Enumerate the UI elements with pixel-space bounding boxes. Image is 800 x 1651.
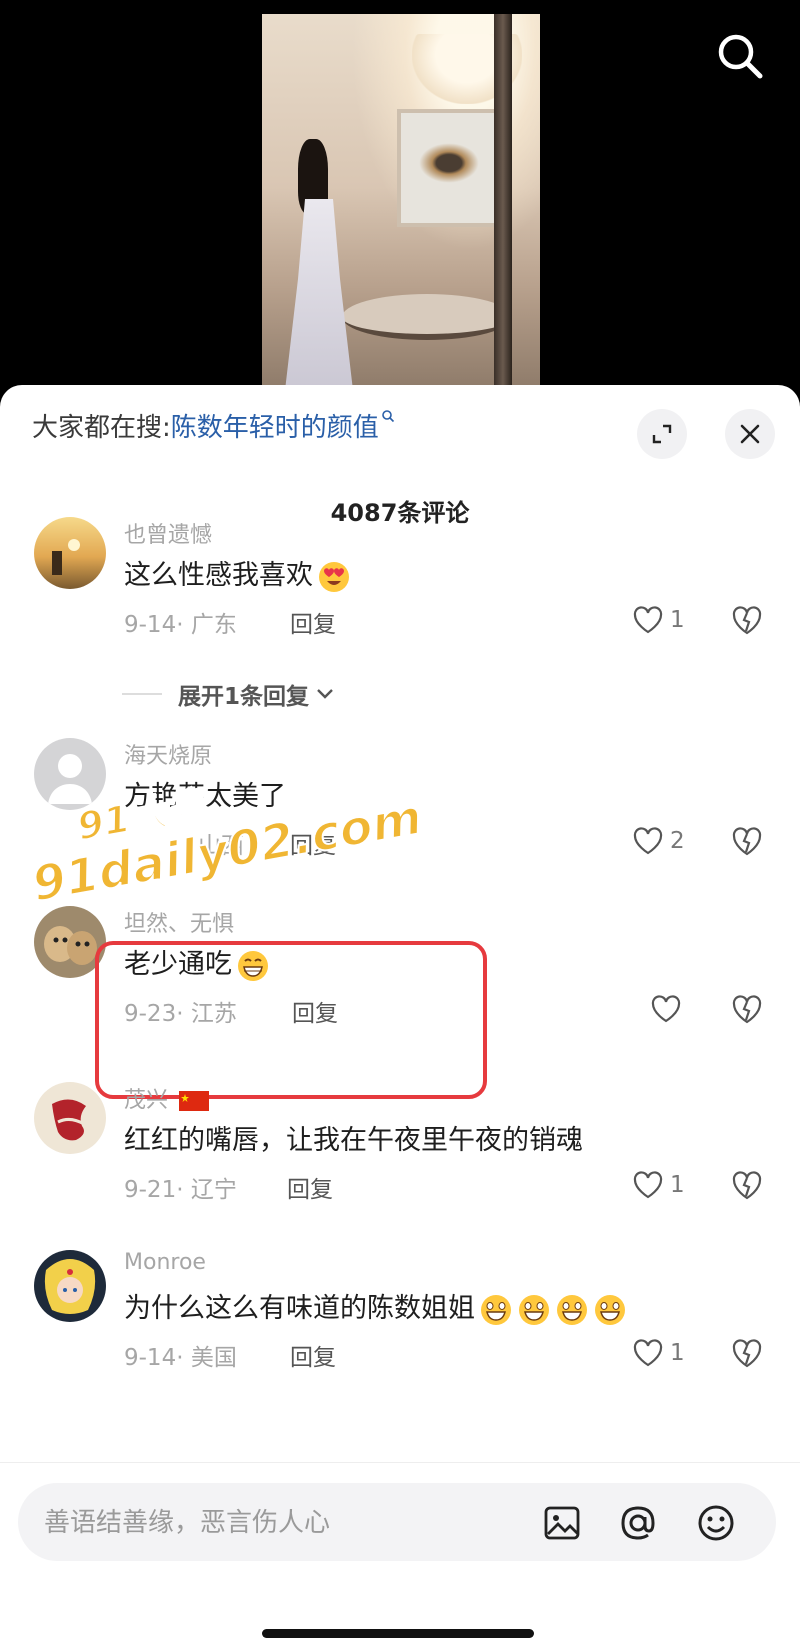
username[interactable]: 坦然、无惧 [124,906,234,938]
avatar[interactable] [34,1250,106,1322]
close-icon [740,424,760,444]
heart-icon [633,827,663,855]
like-button[interactable]: 2 [632,824,685,858]
username[interactable]: 海天烧原 [124,738,212,770]
comment-text: 这么性感我喜欢 [124,553,351,594]
search-icon[interactable] [712,28,768,84]
comment-input-bar [18,1483,776,1563]
expand-replies-label: 展开1条回复 [178,684,310,710]
comment-sheet: 大家都在搜:陈数年轻时的颜值 4087条评论 也曾遗憾 这么性感我喜欢 9-14… [0,385,800,1651]
video-painting [397,109,505,227]
username[interactable]: 也曾遗憾 [124,517,212,549]
comment-count: 4087条评论 [330,499,470,527]
like-count: 1 [670,1172,685,1198]
like-button[interactable]: 1 [632,1336,685,1370]
video-table [342,294,512,340]
broken-heart-icon[interactable] [730,992,764,1026]
grin-emoji-icon [595,1294,625,1325]
broken-heart-icon[interactable] [730,603,764,637]
china-flag-icon [179,1091,210,1111]
like-count: 2 [670,828,685,854]
comment-date: 9-14 [124,1345,177,1371]
heart-icon [633,606,663,634]
at-icon[interactable] [618,1503,658,1543]
video-person [284,139,354,399]
grin-emoji-icon [557,1294,587,1325]
heart-eyes-emoji-icon [319,561,349,592]
comment-location: 广东 [190,612,237,638]
broken-heart-icon[interactable] [730,824,764,858]
like-count: 1 [670,1340,685,1366]
video-area[interactable] [0,0,800,400]
username[interactable]: 茂兴 [124,1082,210,1114]
like-button[interactable]: 1 [632,1168,685,1202]
avatar[interactable] [34,1082,106,1154]
expand-line [122,693,162,695]
heart-icon [633,1171,663,1199]
like-count: 1 [670,607,685,633]
comment-input[interactable] [42,1483,516,1563]
trending-keyword[interactable]: 陈数年轻时的颜值 [171,413,379,443]
reply-button[interactable]: 回复 [287,1170,333,1204]
username[interactable]: Monroe [124,1250,206,1275]
expand-replies[interactable]: 展开1条回复 [122,677,335,711]
grin-emoji-icon [519,1294,549,1325]
comment-meta: 9-21· 辽宁 [124,1177,237,1203]
comment-text-content: 为什么这么有味道的陈数姐姐 [124,1293,475,1324]
video-frame[interactable] [262,14,540,400]
expand-icon [652,424,672,444]
comment-text: 为什么这么有味道的陈数姐姐 [124,1286,627,1327]
avatar[interactable] [34,517,106,589]
comment-location: 美国 [190,1345,237,1371]
comment-text-content: 这么性感我喜欢 [124,560,313,591]
highlight-box [95,941,487,1099]
heart-icon [651,995,681,1023]
like-button[interactable]: 1 [632,603,685,637]
chevron-down-icon [317,689,333,699]
grin-emoji-icon [481,1294,511,1325]
image-icon[interactable] [542,1503,582,1543]
reply-button[interactable]: 回复 [290,605,336,639]
reply-button[interactable]: 回复 [290,1338,336,1372]
close-button[interactable] [725,409,775,459]
comment-text: 红红的嘴唇，让我在午夜里午夜的销魂 [124,1125,583,1156]
comment-date: 9-21 [124,1177,177,1203]
emoji-icon[interactable] [696,1503,736,1543]
video-pillar [494,14,512,400]
comment-meta: 9-14· 美国 [124,1345,237,1371]
trending-search[interactable]: 大家都在搜:陈数年轻时的颜值 [32,407,395,444]
home-indicator [262,1629,534,1638]
comment-location: 辽宁 [190,1177,237,1203]
username-text: 茂兴 [124,1088,169,1113]
like-button[interactable] [650,992,682,1026]
comment-meta: 9-14· 广东 [124,612,237,638]
expand-button[interactable] [637,409,687,459]
keyword-search-icon [381,410,394,423]
heart-icon [633,1339,663,1367]
broken-heart-icon[interactable] [730,1336,764,1370]
video-person-dress [284,199,354,399]
trending-prefix: 大家都在搜: [32,413,171,443]
comment-date: 9-14 [124,612,177,638]
input-divider [0,1462,800,1463]
broken-heart-icon[interactable] [730,1168,764,1202]
